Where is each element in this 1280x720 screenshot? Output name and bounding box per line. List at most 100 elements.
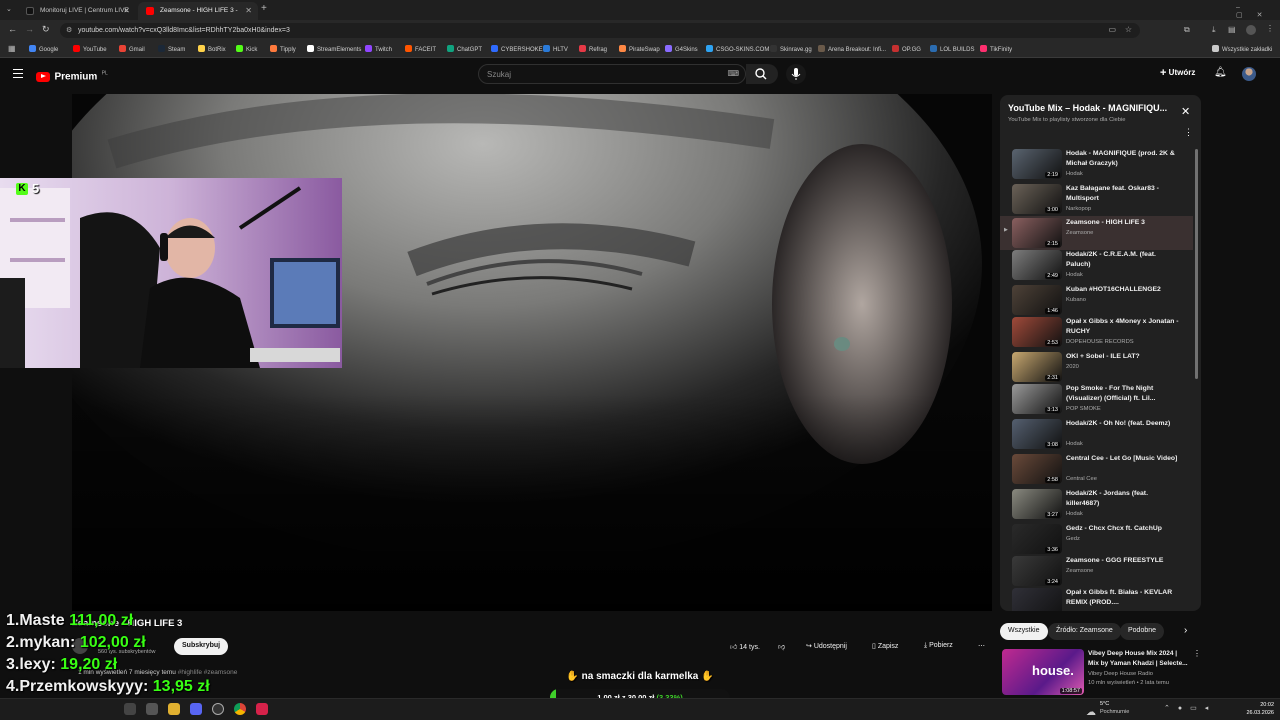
playlist-item[interactable]: ▶ 2:15 Zeamsone - HIGH LIFE 3 Zeamsone (1000, 216, 1193, 250)
tab-search-icon[interactable]: ⌄ (6, 5, 12, 13)
reload-icon[interactable]: ↻ (42, 24, 50, 35)
playlist-item-title: Kaz Bałagane feat. Oskar83 - Multisport (1066, 185, 1159, 202)
save-button[interactable]: ▯ Zapisz (864, 638, 906, 655)
apps-icon[interactable]: ▦ (8, 44, 16, 53)
clock[interactable]: 20:02 26.03.2026 (1240, 701, 1274, 717)
back-icon[interactable]: ← (8, 24, 17, 34)
bookmark-item[interactable]: Arena Breakout: Infi... (818, 45, 886, 53)
bookmark-item[interactable]: HLTV (543, 45, 568, 53)
youtube-logo[interactable]: Premium PL (36, 68, 108, 82)
obs-icon[interactable] (212, 703, 224, 715)
like-button[interactable]: 👍︎ 14 tys. (722, 638, 768, 655)
sidepanel-icon[interactable]: ▤ (1228, 25, 1236, 34)
bookmark-item[interactable]: PirateSwap (619, 45, 660, 53)
recommended-video[interactable]: house. 1:08:57 Vibey Deep House Mix 2024… (1000, 648, 1201, 696)
maximize-icon[interactable]: ▢ (1236, 12, 1257, 19)
playlist-item-channel: Kubano (1066, 297, 1086, 303)
forward-icon[interactable]: → (25, 24, 34, 34)
bookmark-item[interactable]: ChatGPT (447, 45, 482, 53)
extensions-icon[interactable]: ⧉ (1184, 25, 1190, 35)
more-actions-button[interactable]: ⋯ (972, 638, 992, 655)
playlist-item[interactable]: 2:19 Hodak - MAGNIFIQUE (prod. 2K & Micha… (1000, 147, 1193, 181)
playlist-scrollbar[interactable] (1195, 149, 1198, 379)
minimize-icon[interactable]: – (1236, 4, 1254, 11)
search-taskbar-icon[interactable] (124, 703, 136, 715)
bookmark-item[interactable]: Steam (158, 45, 185, 53)
search-input[interactable]: Szukaj ⌨ (478, 64, 746, 84)
bookmark-item[interactable]: Kick (236, 45, 257, 53)
playlist-item[interactable]: 3:14Opał x Gibbs ft. Białas - KEVLAR REM… (1000, 586, 1193, 611)
download-button[interactable]: ⤓ Pobierz (916, 638, 961, 655)
playlist-item[interactable]: 3:13 Pop Smoke - For The Night (Visualize… (1000, 382, 1193, 416)
bookmark-item[interactable]: OP.GG (892, 45, 921, 53)
download-icon[interactable]: ⤓ (1212, 25, 1216, 35)
playlist-menu-icon[interactable]: ⋮ (1184, 127, 1193, 138)
playlist-item[interactable]: 2:49 Hodak/2K - C.R.E.A.M. (feat. Paluch)… (1000, 248, 1193, 282)
network-icon[interactable]: ▭ (1190, 705, 1205, 712)
share-button[interactable]: ↪ Udostępnij (798, 638, 855, 655)
speaker-icon[interactable]: ◂ (1205, 705, 1217, 712)
bookmark-item[interactable]: Twitch (365, 45, 392, 53)
bookmark-star-icon[interactable]: ☆ (1125, 25, 1132, 34)
bookmark-item[interactable]: StreamElements (307, 45, 361, 53)
menu-icon[interactable]: ⋮ (1266, 24, 1274, 33)
bookmark-item[interactable]: Skinrave.gg (770, 45, 812, 53)
keyboard-icon[interactable]: ⌨ (727, 69, 739, 78)
bookmark-favicon-icon (29, 45, 36, 52)
close-tab-icon[interactable]: ✕ (245, 6, 252, 15)
new-tab-button[interactable]: + (261, 3, 267, 14)
bookmark-item[interactable]: YouTube (73, 45, 107, 53)
chips-next-icon[interactable]: › (1184, 625, 1187, 636)
playlist-item[interactable]: 2:31 OKI + Sobel - ILE LAT? 2020 (1000, 350, 1193, 384)
playlist-item[interactable]: 2:58 Central Cee - Let Go [Music Video] Ce… (1000, 452, 1193, 486)
bookmark-item[interactable]: G4Skins (665, 45, 698, 53)
close-window-icon[interactable]: ✕ (1257, 12, 1277, 19)
bookmark-item[interactable]: LOL BUILDS (930, 45, 974, 53)
account-avatar[interactable] (1242, 67, 1256, 81)
weather-widget[interactable]: ☁ 5°C Pochmurnie (1086, 701, 1129, 720)
profile-avatar[interactable] (1246, 25, 1256, 35)
tab-zeamsone[interactable]: Zeamsone - HIGH LIFE 3 - ✕ (138, 2, 258, 20)
chevron-up-icon[interactable]: ⌃ (1164, 705, 1178, 712)
discord-icon[interactable] (190, 703, 202, 715)
chip-source[interactable]: Źródło: Zeamsone (1048, 623, 1121, 640)
bookmark-item[interactable]: TikFinity (980, 45, 1012, 53)
bookmark-item[interactable]: Refrag (579, 45, 607, 53)
all-bookmarks[interactable]: Wszystkie zakładki (1212, 45, 1272, 53)
bookmark-item[interactable]: CSGO-SKINS.COM (706, 45, 769, 53)
file-explorer-icon[interactable] (168, 703, 180, 715)
task-view-icon[interactable] (146, 703, 158, 715)
app-icon[interactable] (256, 703, 268, 715)
bookmark-item[interactable]: FACEIT (405, 45, 436, 53)
url-field[interactable]: ⚙ youtube.com/watch?v=cxQ3lld8Imc&list=R… (60, 23, 1140, 38)
chip-all[interactable]: Wszystkie (1000, 623, 1048, 640)
bookmark-item[interactable]: Gmail (119, 45, 145, 53)
close-playlist-icon[interactable]: ✕ (1181, 105, 1190, 118)
search-button[interactable] (746, 64, 778, 84)
cast-icon[interactable]: ▭ (1108, 25, 1116, 34)
voice-search-button[interactable] (786, 64, 806, 84)
playlist-item[interactable]: 3:24 Zeamsone - GGG FREESTYLE Zeamsone (1000, 554, 1193, 588)
recommended-menu-icon[interactable]: ⋮ (1193, 649, 1201, 658)
bookmark-item[interactable]: Google (29, 45, 58, 53)
hamburger-menu-icon[interactable] (13, 69, 23, 78)
playlist-item[interactable]: 1:46 Kuban #HOT16CHALLENGE2 Kubano (1000, 283, 1193, 317)
chip-similar[interactable]: Podobne (1120, 623, 1165, 640)
bookmark-item[interactable]: BotRix (198, 45, 226, 53)
tab-monitoruj[interactable]: Monitoruj LIVE | Centrum LIVE ✕ (18, 2, 136, 20)
dislike-button[interactable]: 👎︎ (770, 638, 793, 655)
bookmark-item[interactable]: Tipply (270, 45, 296, 53)
bookmark-item[interactable]: CYBERSHOKE (491, 45, 543, 53)
create-button[interactable]: + Utwórz (1160, 67, 1195, 79)
subscribe-button[interactable]: Subskrybuj (174, 638, 229, 655)
playlist-item[interactable]: 3:08 Hodak/2K - Oh No! (feat. Deemz) Hodak (1000, 417, 1193, 451)
playlist-item[interactable]: 3:27 Hodak/2K - Jordans (feat. killer4687… (1000, 487, 1193, 521)
playlist-item[interactable]: 3:00 Kaz Bałagane feat. Oskar83 - Multisp… (1000, 182, 1193, 216)
notifications-bell-icon[interactable]: 🔔︎ (1214, 67, 1227, 78)
close-tab-icon[interactable]: ✕ (123, 6, 130, 15)
chrome-icon[interactable] (234, 703, 246, 715)
mic-tray-icon[interactable]: ● (1178, 705, 1190, 712)
playlist-item[interactable]: 2:53 Opał x Gibbs x 4Money x Jonatan - RU… (1000, 315, 1193, 349)
playlist-item[interactable]: 3:36 Gedz - Chcx Chcx ft. CatchUp Gedz (1000, 522, 1193, 556)
site-info-icon[interactable]: ⚙ (66, 26, 72, 34)
